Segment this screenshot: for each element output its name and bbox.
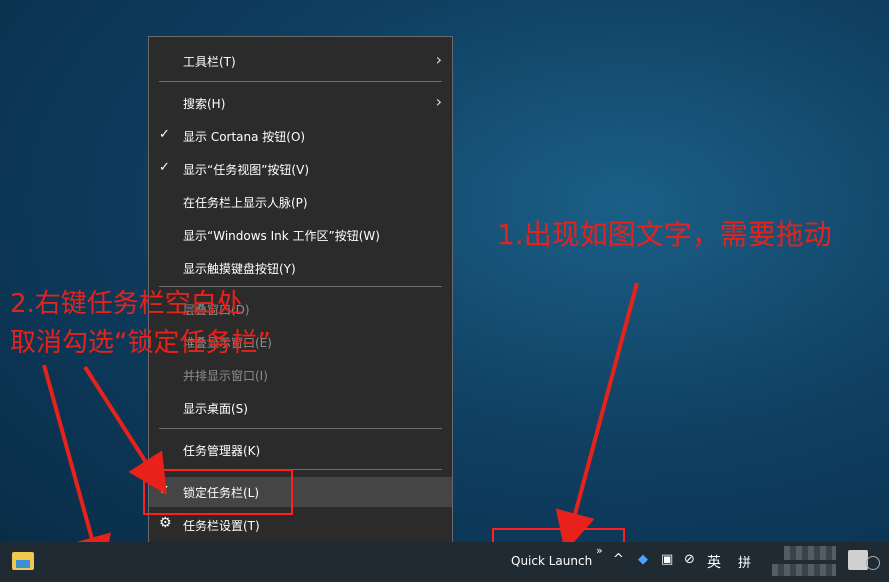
show-hidden-icons[interactable]: ^ [613, 552, 624, 567]
network-icon[interactable]: ▣ [661, 552, 673, 567]
show-desktop-indicator [866, 556, 880, 570]
defender-icon[interactable]: ◆ [638, 552, 648, 567]
volume-muted-icon[interactable]: ⊘ [684, 552, 695, 567]
clock-date-blurred [772, 564, 836, 576]
ime-mode[interactable]: 英 [707, 552, 721, 572]
arrow-to-lock-item [83, 365, 167, 495]
annotation-arrows [42, 282, 639, 577]
quick-launch-more[interactable]: » [596, 544, 603, 557]
taskbar[interactable]: Quick Launch » ^ ◆ ▣ ⊘ 英 拼 [0, 542, 889, 582]
arrow-to-quick-launch [555, 282, 639, 553]
quick-launch-label[interactable]: Quick Launch [511, 554, 592, 568]
clock-time-blurred [784, 546, 836, 560]
notification-icon[interactable] [848, 550, 868, 570]
ime-pinyin[interactable]: 拼 [738, 552, 751, 571]
file-explorer-icon[interactable] [12, 552, 34, 570]
arrow-to-taskbar [42, 364, 111, 577]
